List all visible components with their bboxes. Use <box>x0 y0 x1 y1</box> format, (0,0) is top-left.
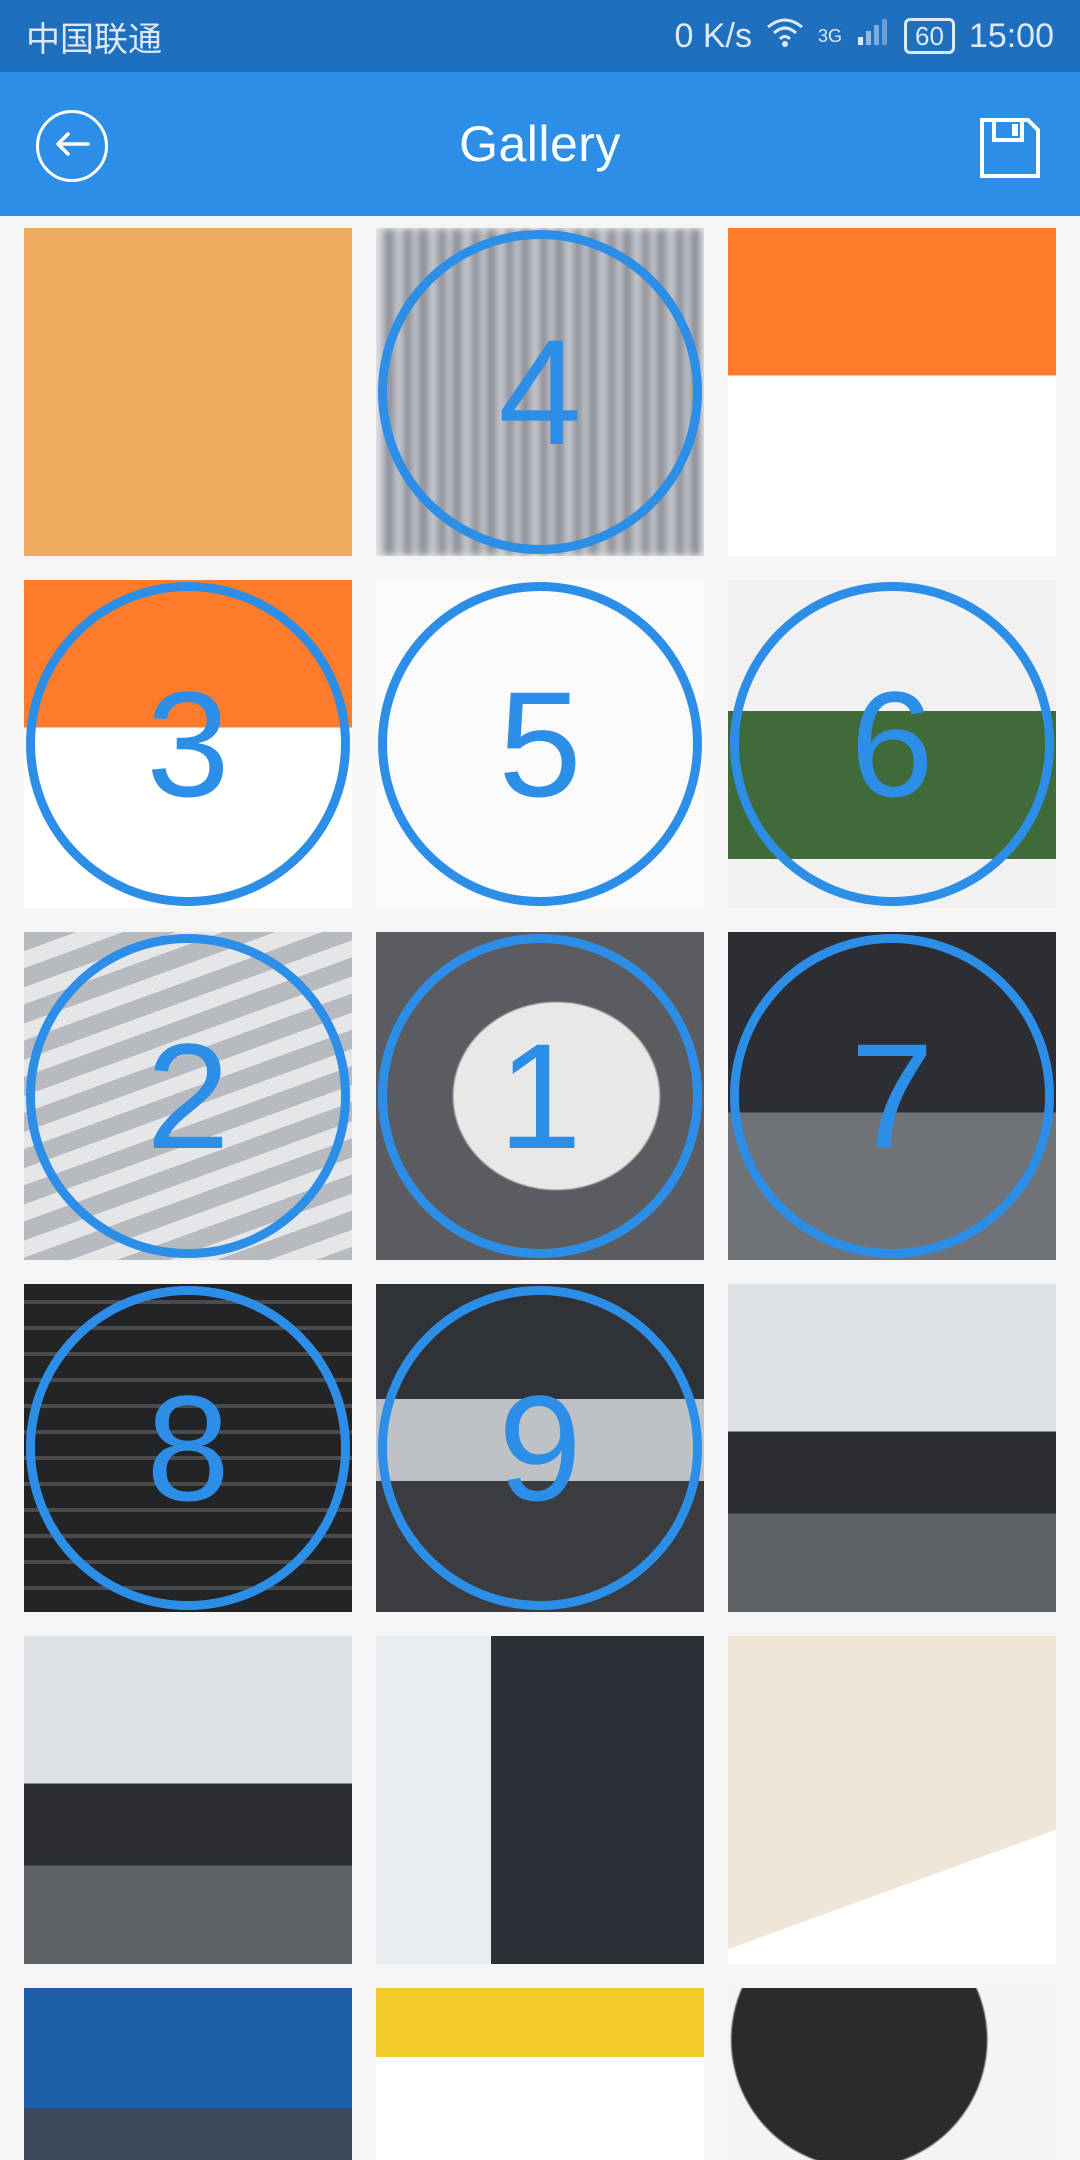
photo-thumbnail <box>728 1636 1056 1964</box>
photo-thumbnail <box>728 228 1056 556</box>
photo-tile[interactable] <box>24 1636 352 1964</box>
photo-tile[interactable]: 5 <box>376 580 704 908</box>
status-bar: 中国联通 0 K/s 3G 60 15:00 <box>0 0 1080 72</box>
selection-ring: 1 <box>378 934 702 1258</box>
photo-grid: 4 3 5 6 2 1 7 8 9 <box>0 216 1080 2160</box>
clock: 15:00 <box>968 16 1054 55</box>
photo-tile[interactable]: 7 <box>728 932 1056 1260</box>
photo-tile[interactable]: 9 <box>376 1284 704 1612</box>
photo-tile[interactable]: 3 <box>24 580 352 908</box>
page-title: Gallery <box>459 116 621 172</box>
network-speed: 0 K/s <box>674 16 752 55</box>
selection-number: 6 <box>850 660 934 828</box>
selection-number: 5 <box>498 660 582 828</box>
selection-number: 7 <box>850 1012 934 1180</box>
back-button[interactable] <box>36 110 108 182</box>
photo-tile[interactable] <box>728 228 1056 556</box>
selection-number: 8 <box>146 1364 230 1532</box>
photo-tile[interactable]: 2 <box>24 932 352 1260</box>
photo-thumbnail <box>728 1988 1056 2160</box>
photo-tile[interactable] <box>728 1636 1056 1964</box>
arrow-left-icon <box>52 129 92 164</box>
photo-thumbnail <box>728 1284 1056 1612</box>
photo-thumbnail <box>24 1988 352 2160</box>
selection-ring: 6 <box>730 582 1054 906</box>
selection-number: 2 <box>146 1012 230 1180</box>
app-bar: Gallery <box>0 72 1080 216</box>
photo-tile[interactable] <box>376 1636 704 1964</box>
photo-tile[interactable]: 4 <box>376 228 704 556</box>
photo-thumbnail <box>376 1988 704 2160</box>
photo-tile[interactable]: 8 <box>24 1284 352 1612</box>
photo-tile[interactable] <box>728 1988 1056 2160</box>
photo-thumbnail <box>376 1636 704 1964</box>
photo-tile[interactable]: 6 <box>728 580 1056 908</box>
save-button[interactable] <box>978 116 1042 180</box>
selection-number: 3 <box>146 660 230 828</box>
save-icon <box>978 118 1042 184</box>
selection-number: 1 <box>498 1012 582 1180</box>
selection-number: 4 <box>498 308 582 476</box>
photo-tile[interactable] <box>24 1988 352 2160</box>
photo-tile[interactable] <box>728 1284 1056 1612</box>
selection-ring: 7 <box>730 934 1054 1258</box>
photo-tile[interactable] <box>376 1988 704 2160</box>
carrier-name: 中国联通 <box>26 20 162 59</box>
network-type: 3G <box>817 25 842 46</box>
selection-number: 9 <box>498 1364 582 1532</box>
status-right: 0 K/s 3G 60 15:00 <box>674 17 1054 56</box>
photo-tile[interactable]: 1 <box>376 932 704 1260</box>
photo-thumbnail <box>24 228 352 556</box>
selection-ring: 4 <box>378 230 702 554</box>
photo-thumbnail <box>24 1636 352 1964</box>
selection-ring: 2 <box>26 934 350 1258</box>
photo-tile[interactable] <box>24 228 352 556</box>
selection-ring: 8 <box>26 1286 350 1610</box>
selection-ring: 5 <box>378 582 702 906</box>
selection-ring: 3 <box>26 582 350 906</box>
selection-ring: 9 <box>378 1286 702 1610</box>
wifi-icon <box>766 17 804 56</box>
signal-icon <box>856 17 890 56</box>
battery-indicator: 60 <box>903 18 955 54</box>
